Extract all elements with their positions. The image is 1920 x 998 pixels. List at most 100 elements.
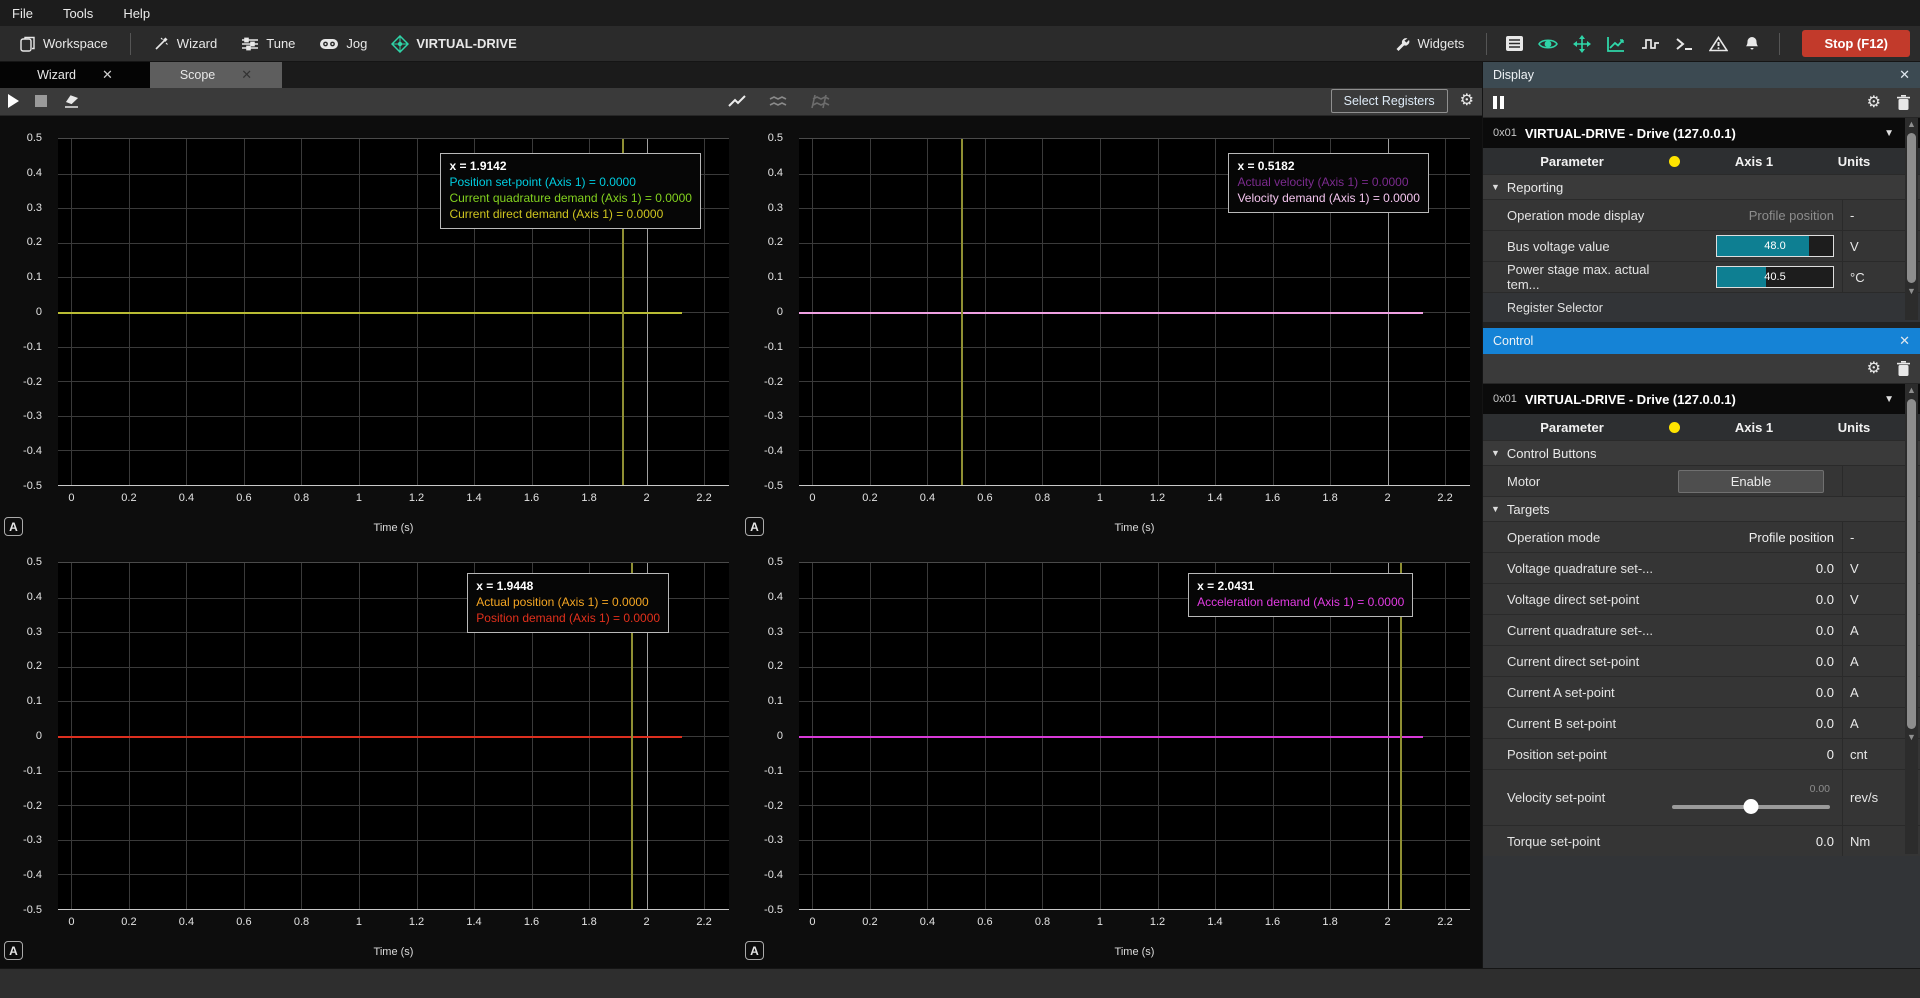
param-value[interactable]: 0.0 <box>1668 654 1842 669</box>
param-value[interactable]: 0.0 <box>1668 685 1842 700</box>
scroll-thumb[interactable] <box>1907 399 1916 729</box>
widgets-button[interactable]: Widgets <box>1384 31 1474 57</box>
scroll-down-arrow[interactable]: ▼ <box>1907 731 1916 744</box>
jog-button[interactable]: Jog <box>309 31 377 56</box>
y-tick-label: 0.1 <box>768 695 783 707</box>
scroll-up-arrow[interactable]: ▲ <box>1907 118 1916 131</box>
scope-workspace: Wizard ✕ Scope ✕ <box>0 62 1482 968</box>
settings-gear-icon[interactable]: ⚙ <box>1867 95 1881 111</box>
virtual-drive-button[interactable]: VIRTUAL-DRIVE <box>381 30 526 58</box>
autoscale-button[interactable]: A <box>745 941 764 960</box>
drive-selector[interactable]: 0x01VIRTUAL-DRIVE - Drive (127.0.0.1)▼ <box>1483 118 1920 148</box>
stop-button[interactable]: Stop (F12) <box>1802 30 1910 57</box>
param-value[interactable]: 0.0 <box>1668 834 1842 849</box>
close-icon[interactable]: ✕ <box>241 67 252 83</box>
split-trace-view-icon[interactable] <box>769 94 788 109</box>
slider-handle[interactable] <box>1744 799 1759 814</box>
chevron-down-icon[interactable]: ▼ <box>1884 128 1894 139</box>
gridline <box>799 840 1470 841</box>
motor-enable-button[interactable]: Enable <box>1678 470 1824 493</box>
control-panel-header[interactable]: Control ✕ <box>1483 328 1920 354</box>
trash-icon[interactable] <box>1897 361 1910 376</box>
pause-icon[interactable] <box>1493 96 1504 109</box>
param-value[interactable]: 0.0 <box>1668 561 1842 576</box>
y-tick-label: -0.1 <box>23 341 42 353</box>
velocity-slider[interactable] <box>1672 799 1830 813</box>
warnings-button[interactable] <box>1703 31 1733 57</box>
register-table-button[interactable] <box>1499 31 1529 57</box>
select-registers-button[interactable]: Select Registers <box>1331 89 1448 113</box>
close-icon[interactable]: ✕ <box>1899 67 1910 83</box>
menu-tools[interactable]: Tools <box>63 6 93 21</box>
scrollbar[interactable]: ▲▼ <box>1905 118 1918 320</box>
x-axis-labels: 00.20.40.60.811.21.41.61.822.2 <box>799 912 1470 932</box>
signal-generator-button[interactable] <box>1635 31 1665 57</box>
section-header[interactable]: ▼Control Buttons <box>1483 440 1920 465</box>
param-value[interactable]: 0.0 <box>1668 716 1842 731</box>
plot-area[interactable]: x = 1.9448Actual position (Axis 1) = 0.0… <box>58 562 729 910</box>
panel-filler <box>1483 856 1920 968</box>
param-units: A <box>1842 708 1894 738</box>
merged-trace-view-icon[interactable] <box>810 94 831 109</box>
workspace-button[interactable]: Workspace <box>10 31 118 57</box>
scroll-thumb[interactable] <box>1907 133 1916 283</box>
cursor-line[interactable] <box>961 139 963 485</box>
stop-icon[interactable] <box>35 95 47 107</box>
x-tick-label: 1.6 <box>1265 916 1280 928</box>
notifications-button[interactable] <box>1737 31 1767 57</box>
drive-selector[interactable]: 0x01VIRTUAL-DRIVE - Drive (127.0.0.1)▼ <box>1483 384 1920 414</box>
gridline <box>58 243 729 244</box>
autoscale-button[interactable]: A <box>745 517 764 536</box>
param-value[interactable]: 0.0 <box>1668 592 1842 607</box>
menu-file[interactable]: File <box>12 6 33 21</box>
display-panel-header[interactable]: Display ✕ <box>1483 62 1920 88</box>
section-header[interactable]: ▼Reporting <box>1483 174 1920 199</box>
wizard-button[interactable]: Wizard <box>143 30 227 57</box>
tab-scope[interactable]: Scope ✕ <box>150 62 282 88</box>
param-value[interactable]: 0 <box>1668 747 1842 762</box>
param-units: rev/s <box>1842 770 1894 825</box>
scroll-up-arrow[interactable]: ▲ <box>1907 384 1916 397</box>
plot-area[interactable]: x = 2.0431Acceleration demand (Axis 1) =… <box>799 562 1470 910</box>
tab-wizard[interactable]: Wizard ✕ <box>0 62 150 88</box>
tune-button[interactable]: Tune <box>231 31 305 57</box>
close-icon[interactable]: ✕ <box>1899 333 1910 349</box>
param-value[interactable]: Profile position <box>1668 530 1842 545</box>
warning-icon <box>1709 36 1728 52</box>
x-axis-title: Time (s) <box>799 522 1470 534</box>
section-header[interactable]: ▼Targets <box>1483 496 1920 521</box>
motion-button[interactable] <box>1567 31 1597 57</box>
scope-chart-button[interactable] <box>1601 31 1631 57</box>
scope-settings-gear-icon[interactable]: ⚙ <box>1460 93 1474 109</box>
gridline <box>799 805 1470 806</box>
chevron-down-icon[interactable]: ▼ <box>1884 394 1894 405</box>
trash-icon[interactable] <box>1897 95 1910 110</box>
menu-help[interactable]: Help <box>123 6 150 21</box>
plot-area[interactable]: x = 0.5182Actual velocity (Axis 1) = 0.0… <box>799 138 1470 486</box>
y-tick-label: 0.1 <box>768 271 783 283</box>
plot-area[interactable]: x = 1.9142Position set-point (Axis 1) = … <box>58 138 729 486</box>
value-bar: 48.0 <box>1716 235 1834 257</box>
autoscale-button[interactable]: A <box>4 941 23 960</box>
settings-gear-icon[interactable]: ⚙ <box>1867 361 1881 377</box>
terminal-button[interactable] <box>1669 31 1699 57</box>
param-units: V <box>1842 231 1894 261</box>
param-value[interactable]: 0.0 <box>1668 623 1842 638</box>
single-trace-view-icon[interactable] <box>728 94 747 109</box>
x-tick-label: 1.6 <box>1265 492 1280 504</box>
param-units: - <box>1842 200 1894 230</box>
signal-trace <box>58 312 682 314</box>
autoscale-button[interactable]: A <box>4 517 23 536</box>
scroll-down-arrow[interactable]: ▼ <box>1907 285 1916 298</box>
clear-eraser-icon[interactable] <box>63 94 80 109</box>
monitor-eye-button[interactable] <box>1533 31 1563 57</box>
scrollbar[interactable]: ▲▼ <box>1905 384 1918 854</box>
register-selector-link[interactable]: Register Selector <box>1483 292 1920 322</box>
param-label: Operation mode display <box>1483 208 1668 223</box>
y-tick-label: 0 <box>777 306 783 318</box>
y-tick-label: 0.3 <box>27 626 42 638</box>
play-icon[interactable] <box>8 94 19 108</box>
close-icon[interactable]: ✕ <box>102 67 113 83</box>
param-row: Operation mode displayProfile position- <box>1483 199 1920 230</box>
gridline <box>58 805 729 806</box>
